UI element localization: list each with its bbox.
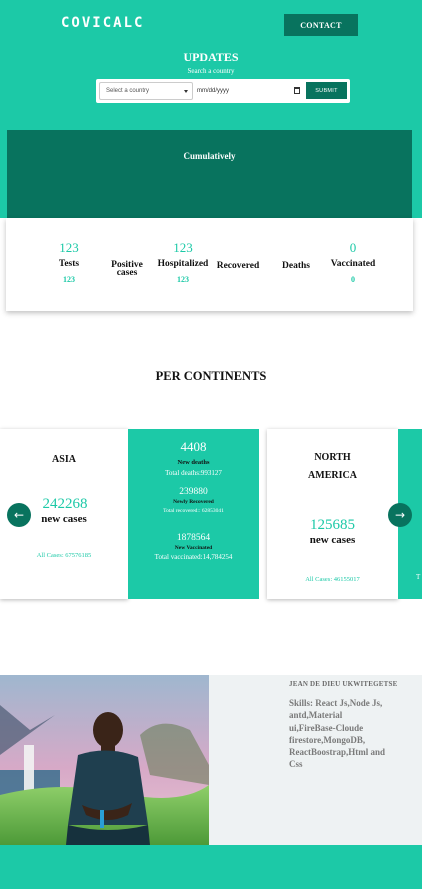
footer-bar <box>0 845 422 889</box>
stat-label: Vaccinated <box>330 259 376 269</box>
continent-name: ASIA <box>52 454 76 465</box>
stat-sub: 123 <box>177 275 189 284</box>
total-vaccinated: Total vaccinated:14,784254 <box>154 553 233 561</box>
updates-title: UPDATES <box>183 50 239 64</box>
recovered-label: Newly Recovered <box>173 499 214 505</box>
stat-label: Tests <box>58 259 80 269</box>
new-cases-label: new cases <box>309 534 356 546</box>
stat-value: 123 <box>173 240 193 255</box>
stat-label: Positive cases <box>111 260 143 278</box>
stat-sub: 123 <box>63 275 75 284</box>
partial-text: T <box>416 573 421 581</box>
stats-card: 123 Tests 123 Positive cases 123 Hospita… <box>6 218 413 311</box>
next-arrow-icon[interactable]: → <box>388 503 412 527</box>
new-cases-value: 125685 <box>310 517 355 533</box>
vaccinated-value: 1878564 <box>176 533 211 543</box>
prev-arrow-icon[interactable]: ← <box>7 503 31 527</box>
cumulative-title: Cumulatively <box>183 151 236 161</box>
calendar-icon[interactable] <box>294 87 300 94</box>
continent-card-north-america[interactable]: NORTH AMERICA 125685 new cases All Cases… <box>267 429 398 599</box>
cumulative-panel: Cumulatively <box>7 130 412 218</box>
stat-label: Hospitalized <box>157 259 209 269</box>
stat-label: Deaths <box>282 261 310 271</box>
new-deaths-value: 4408 <box>180 439 207 454</box>
contact-button[interactable]: CONTACT <box>284 14 358 36</box>
stat-vaccinated: 0 Vaccinated 0 <box>326 240 380 284</box>
country-select-value: Select a country <box>106 88 150 94</box>
country-select[interactable]: Select a country <box>99 82 193 100</box>
stat-deaths: Deaths <box>276 261 316 271</box>
stat-value: 123 <box>59 240 79 255</box>
stat-sub: 0 <box>351 275 355 284</box>
total-deaths: Total deaths:993127 <box>165 469 222 477</box>
continent-name: NORTH AMERICA <box>308 452 357 481</box>
page: COVICALC CONTACT UPDATES Search a countr… <box>0 0 422 889</box>
all-cases: All Cases: 67576185 <box>36 552 92 559</box>
caret-down-icon <box>184 90 188 93</box>
search-form: Select a country mm/dd/yyyy SUBMIT <box>96 79 350 103</box>
author-photo <box>0 675 209 845</box>
date-input[interactable]: mm/dd/yyyy <box>195 82 301 100</box>
logo[interactable]: COVICALC <box>61 15 144 31</box>
author-photo-image <box>0 675 209 845</box>
author-skills: Skills: React Js,Node Js, antd,Material … <box>289 698 385 770</box>
date-input-placeholder: mm/dd/yyyy <box>197 88 230 94</box>
all-cases: All Cases: 46155017 <box>305 576 360 583</box>
search-caption: Search a country <box>187 67 235 75</box>
continent-details-asia: 4408 New deaths Total deaths:993127 2398… <box>128 429 259 599</box>
author-name: JEAN DE DIEU UKWITEGETSE <box>289 680 398 688</box>
stat-positive-cases: Positive cases <box>106 260 148 278</box>
stat-recovered: Recovered <box>209 261 267 271</box>
total-recovered: Total recovered:: 62853041 <box>163 508 224 514</box>
vaccinated-label: New Vaccinated <box>174 545 213 551</box>
author-bio: JEAN DE DIEU UKWITEGETSE Skills: React J… <box>209 675 422 845</box>
stat-value: 0 <box>349 240 357 255</box>
hero-section: COVICALC CONTACT UPDATES Search a countr… <box>0 0 422 218</box>
stat-label: Recovered <box>216 261 260 271</box>
submit-button[interactable]: SUBMIT <box>306 82 347 99</box>
new-deaths-label: New deaths <box>177 459 210 466</box>
recovered-value: 239880 <box>179 487 208 497</box>
per-continents-title: PER CONTINENTS <box>155 369 267 383</box>
stat-tests: 123 Tests 123 <box>49 240 89 284</box>
stat-hospitalized: 123 Hospitalized 123 <box>156 240 210 284</box>
